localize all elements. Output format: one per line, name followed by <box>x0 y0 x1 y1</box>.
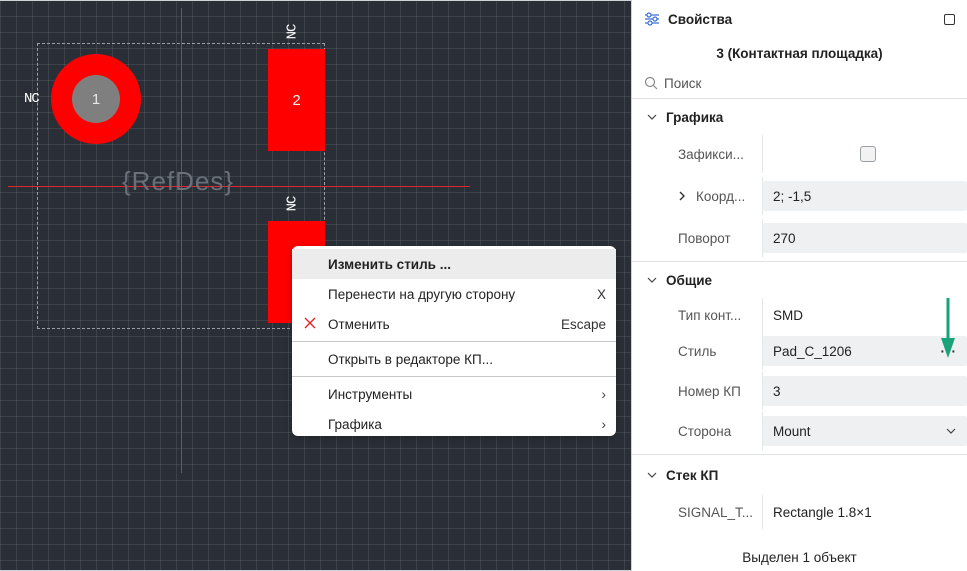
panel-header: Свойства <box>632 0 967 38</box>
menu-separator <box>292 341 616 342</box>
context-menu: Изменить стиль ... Перенести на другую с… <box>292 246 616 436</box>
property-row-pad-number: Номер КП 3 <box>632 372 967 410</box>
pad-2-number: 2 <box>292 91 301 109</box>
menu-item-label: Инструменты <box>328 386 413 402</box>
pad-2-net-label: NC <box>284 24 301 40</box>
menu-item-label: Открыть в редакторе КП... <box>328 351 493 367</box>
sliders-icon <box>645 12 659 26</box>
chevron-right-icon: › <box>601 416 606 432</box>
refdes-label: {RefDes} <box>122 166 235 196</box>
menu-item-shortcut: X <box>596 286 606 302</box>
section-title: Стек КП <box>666 467 719 483</box>
menu-item-graphics[interactable]: Графика › <box>292 409 616 439</box>
section-pad-stack[interactable]: Стек КП <box>632 455 967 495</box>
status-bar: Выделен 1 объект <box>742 549 857 565</box>
property-row-pad-type: Тип конт... SMD <box>632 298 967 332</box>
rotation-field[interactable]: 270 <box>763 223 967 253</box>
chevron-right-icon: › <box>601 386 606 402</box>
property-label: SIGNAL_T... <box>632 495 763 529</box>
property-row-rotation: Поворот 270 <box>632 219 967 257</box>
chevron-right-icon <box>679 191 685 201</box>
menu-item-label: Изменить стиль ... <box>328 256 451 272</box>
search-input[interactable]: Поиск <box>632 68 967 98</box>
menu-item-cancel[interactable]: Отменить Escape <box>292 309 616 339</box>
property-label: Поворот <box>632 219 763 257</box>
close-icon <box>304 317 316 329</box>
property-row-style: Стиль Pad_C_1206 ··· <box>632 332 967 370</box>
fixed-checkbox[interactable] <box>860 146 876 162</box>
menu-separator <box>292 376 616 377</box>
property-label: Зафикси... <box>632 135 763 173</box>
pad-1-hole: 1 <box>72 75 120 123</box>
section-graphics[interactable]: Графика <box>632 99 967 135</box>
property-label: Сторона <box>632 412 763 450</box>
property-label: Тип конт... <box>632 298 763 332</box>
signal-value[interactable]: Rectangle 1.8×1 <box>763 495 967 529</box>
property-label: Стиль <box>632 332 763 370</box>
properties-panel: Свойства 3 (Контактная площадка) Поиск Г… <box>632 0 967 571</box>
chevron-down-icon <box>647 277 657 283</box>
search-icon <box>644 76 658 90</box>
pad-1[interactable]: 1 <box>51 54 141 144</box>
chevron-down-icon <box>647 472 657 478</box>
side-select[interactable]: Mount <box>763 416 967 446</box>
rotation-value: 270 <box>773 230 796 246</box>
menu-item-open-in-pad-editor[interactable]: Открыть в редакторе КП... <box>292 344 616 374</box>
style-field[interactable]: Pad_C_1206 ··· <box>763 336 967 366</box>
property-row-side: Сторона Mount <box>632 412 967 450</box>
pad-1-net-label: NC <box>24 91 40 107</box>
selected-object-title: 3 (Контактная площадка) <box>716 45 883 61</box>
section-title: Графика <box>666 109 724 125</box>
property-label: Номер КП <box>632 372 763 410</box>
property-label[interactable]: Коорд... <box>632 177 763 215</box>
pad-type-value[interactable]: SMD <box>763 298 967 332</box>
section-title: Общие <box>666 272 713 288</box>
menu-item-move-to-other-side[interactable]: Перенести на другую сторону X <box>292 279 616 309</box>
style-value: Pad_C_1206 <box>773 343 852 359</box>
search-placeholder: Поиск <box>664 75 702 91</box>
property-row-fixed: Зафикси... <box>632 135 967 173</box>
section-general[interactable]: Общие <box>632 262 967 298</box>
property-row-coords: Коорд... 2; -1,5 <box>632 177 967 215</box>
menu-item-shortcut: Escape <box>560 316 606 332</box>
pad-2[interactable]: 2 <box>268 49 325 151</box>
maximize-icon[interactable] <box>944 13 955 25</box>
pad-3-net-label: NC <box>284 196 301 212</box>
chevron-down-icon <box>946 428 956 434</box>
arrow-down-icon <box>941 298 955 358</box>
menu-item-label: Отменить <box>328 316 390 332</box>
menu-item-change-style[interactable]: Изменить стиль ... <box>292 249 616 279</box>
chevron-down-icon <box>647 114 657 120</box>
menu-item-label: Перенести на другую сторону <box>328 286 516 302</box>
property-value <box>763 135 967 173</box>
coords-field[interactable]: 2; -1,5 <box>763 181 967 211</box>
pad-number-field[interactable]: 3 <box>763 376 967 406</box>
panel-title: Свойства <box>668 11 733 27</box>
menu-item-tools[interactable]: Инструменты › <box>292 379 616 409</box>
coords-value: 2; -1,5 <box>773 188 812 204</box>
property-row-signal: SIGNAL_T... Rectangle 1.8×1 <box>632 495 967 529</box>
menu-item-label: Графика <box>328 416 382 432</box>
